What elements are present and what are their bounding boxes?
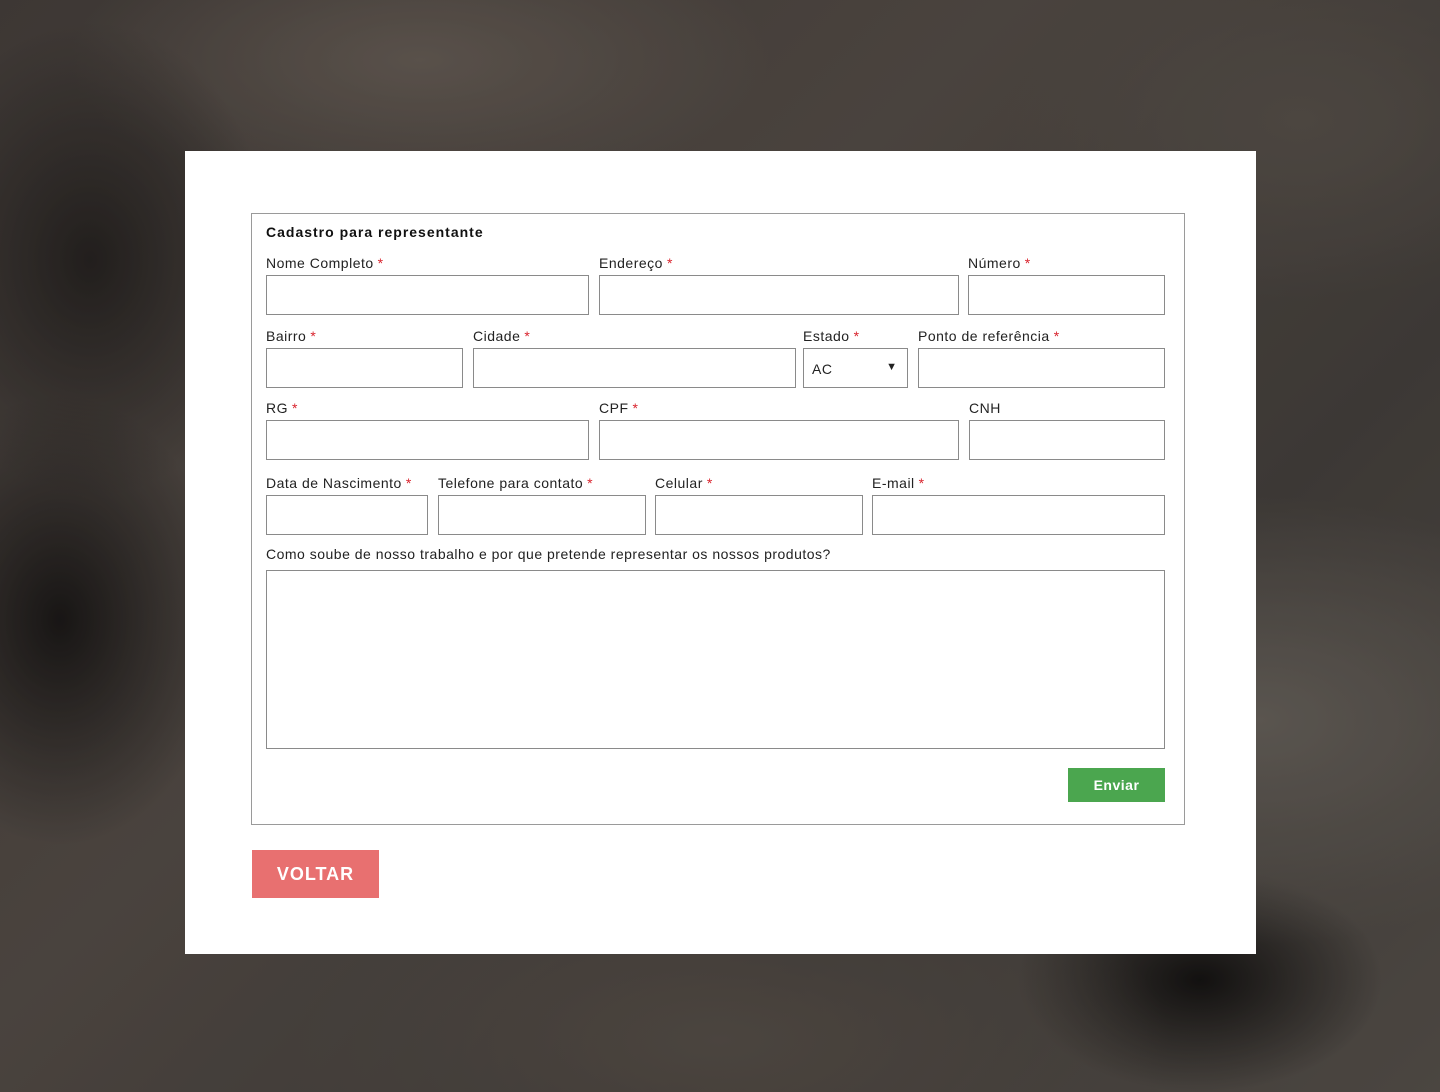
- required-marker: *: [1024, 255, 1031, 271]
- cpf-input[interactable]: [599, 420, 959, 460]
- cpf-group: CPF *: [599, 398, 959, 460]
- cpf-label: CPF *: [599, 400, 639, 416]
- ponto-referencia-group: Ponto de referência *: [918, 326, 1165, 388]
- data-nascimento-input[interactable]: [266, 495, 428, 535]
- nome-completo-group: Nome Completo *: [266, 253, 589, 315]
- form-legend: Cadastro para representante: [266, 224, 484, 240]
- telefone-group: Telefone para contato *: [438, 473, 646, 535]
- mensagem-group: Como soube de nosso trabalho e por que p…: [266, 544, 1165, 749]
- endereco-input[interactable]: [599, 275, 959, 315]
- celular-label: Celular *: [655, 475, 713, 491]
- nome-completo-label: Nome Completo *: [266, 255, 384, 271]
- estado-selected-value: AC: [812, 361, 833, 377]
- required-marker: *: [377, 255, 384, 271]
- estado-label: Estado *: [803, 328, 860, 344]
- rg-input[interactable]: [266, 420, 589, 460]
- celular-group: Celular *: [655, 473, 863, 535]
- required-marker: *: [632, 400, 639, 416]
- data-nascimento-label: Data de Nascimento *: [266, 475, 412, 491]
- telefone-input[interactable]: [438, 495, 646, 535]
- dropdown-arrow-icon: ▼: [886, 361, 897, 373]
- mensagem-textarea[interactable]: [266, 570, 1165, 749]
- required-marker: *: [524, 328, 531, 344]
- email-label: E-mail *: [872, 475, 925, 491]
- endereco-label: Endereço *: [599, 255, 673, 271]
- telefone-label: Telefone para contato *: [438, 475, 594, 491]
- required-marker: *: [706, 475, 713, 491]
- required-marker: *: [666, 255, 673, 271]
- required-marker: *: [405, 475, 412, 491]
- ponto-referencia-label: Ponto de referência *: [918, 328, 1060, 344]
- cnh-input[interactable]: [969, 420, 1165, 460]
- rg-group: RG *: [266, 398, 589, 460]
- required-marker: *: [587, 475, 594, 491]
- enviar-button[interactable]: Enviar: [1068, 768, 1165, 802]
- email-input[interactable]: [872, 495, 1165, 535]
- form-panel: Cadastro para representante Nome Complet…: [185, 151, 1256, 954]
- required-marker: *: [292, 400, 298, 416]
- estado-select[interactable]: AC ▼: [803, 348, 908, 388]
- numero-label: Número *: [968, 255, 1031, 271]
- bairro-input[interactable]: [266, 348, 463, 388]
- cnh-label: CNH: [969, 400, 1001, 416]
- voltar-button[interactable]: VOLTAR: [252, 850, 379, 898]
- required-marker: *: [918, 475, 925, 491]
- required-marker: *: [1053, 328, 1060, 344]
- estado-group: Estado * AC ▼: [803, 326, 908, 388]
- rg-label: RG *: [266, 400, 298, 416]
- registration-fieldset: Cadastro para representante Nome Complet…: [251, 213, 1185, 825]
- mensagem-label: Como soube de nosso trabalho e por que p…: [266, 546, 831, 562]
- email-group: E-mail *: [872, 473, 1165, 535]
- required-marker: *: [853, 328, 860, 344]
- cidade-label: Cidade *: [473, 328, 531, 344]
- numero-input[interactable]: [968, 275, 1165, 315]
- data-nascimento-group: Data de Nascimento *: [266, 473, 428, 535]
- ponto-referencia-input[interactable]: [918, 348, 1165, 388]
- endereco-group: Endereço *: [599, 253, 959, 315]
- required-marker: *: [310, 328, 317, 344]
- nome-completo-input[interactable]: [266, 275, 589, 315]
- cidade-input[interactable]: [473, 348, 796, 388]
- bairro-label: Bairro *: [266, 328, 317, 344]
- cidade-group: Cidade *: [473, 326, 796, 388]
- celular-input[interactable]: [655, 495, 863, 535]
- cnh-group: CNH: [969, 398, 1165, 460]
- bairro-group: Bairro *: [266, 326, 463, 388]
- numero-group: Número *: [968, 253, 1165, 315]
